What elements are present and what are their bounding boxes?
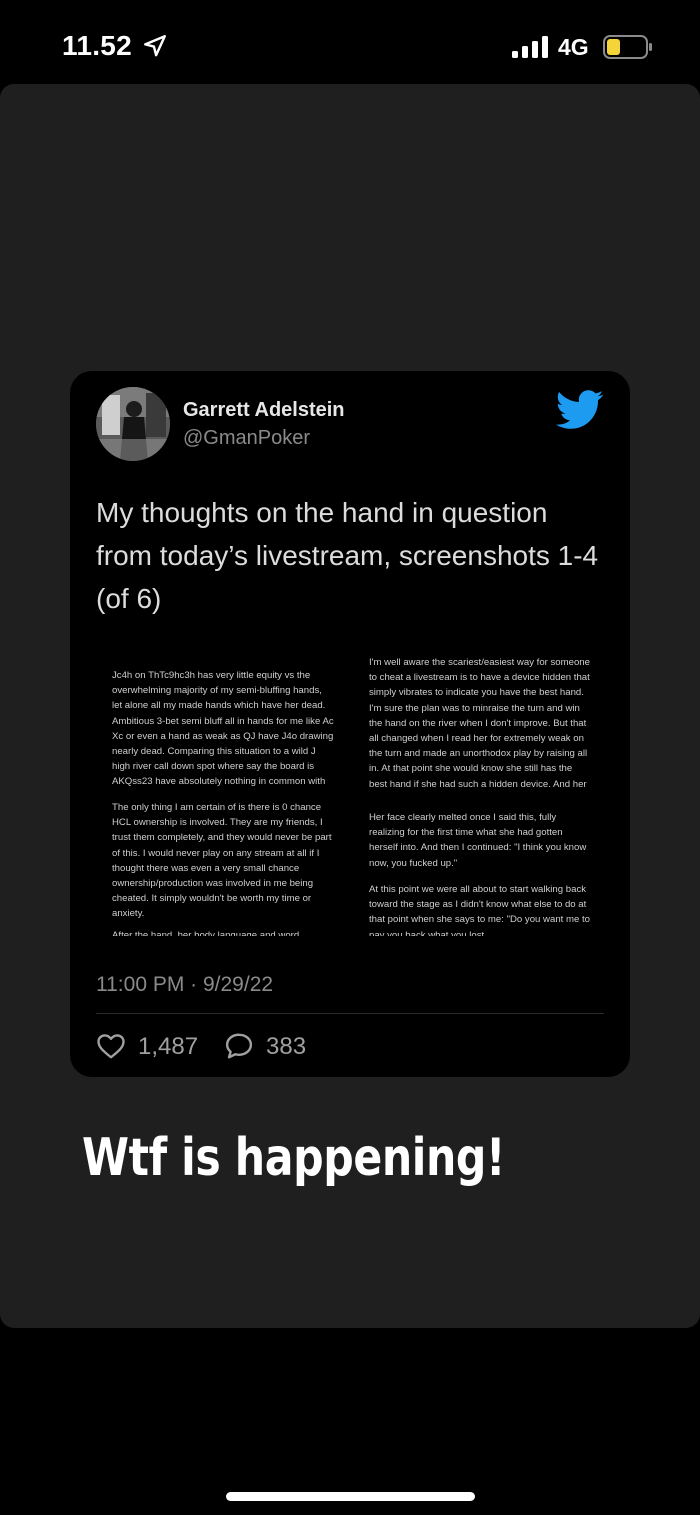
tweet-card[interactable]: Garrett Adelstein @GmanPoker My thoughts… [70, 371, 630, 1077]
signal-bars-icon [512, 36, 548, 58]
location-arrow-icon [144, 35, 166, 57]
screenshot-left-paragraph-1: Jc4h on ThTc9hc3h has very little equity… [112, 670, 334, 788]
heart-icon[interactable] [96, 1031, 126, 1061]
screenshot-image-left[interactable]: Jc4h on ThTc9hc3h has very little equity… [96, 636, 340, 936]
status-bar: 11.52 4G [0, 0, 700, 88]
divider [96, 1013, 604, 1014]
tweet-attached-images[interactable]: Jc4h on ThTc9hc3h has very little equity… [96, 636, 600, 936]
network-type: 4G [558, 34, 589, 60]
screenshot-right-paragraph-3: At this point we were all about to start… [369, 884, 590, 936]
like-count[interactable]: 1,487 [138, 1033, 198, 1061]
reply-count[interactable]: 383 [266, 1033, 306, 1061]
screenshot-right-paragraph-2: Her face clearly melted once I said this… [369, 812, 587, 869]
story-caption-text: Wtf is happening! [82, 1128, 506, 1188]
author-handle[interactable]: @GmanPoker [183, 427, 310, 450]
screenshot-left-paragraph-2: The only thing I am certain of is there … [112, 802, 332, 920]
screenshot-left-paragraph-3: After the hand, her body language and wo… [112, 930, 300, 936]
screenshot-image-right[interactable]: I'm well aware the scariest/easiest way … [354, 636, 598, 936]
status-time: 11.52 [62, 30, 133, 61]
twitter-bird-icon [556, 390, 604, 429]
tweet-timestamp: 11:00 PM · 9/29/22 [96, 973, 274, 996]
screenshot-right-paragraph-1: I'm well aware the scariest/easiest way … [369, 657, 590, 789]
reply-bubble-icon[interactable] [224, 1031, 254, 1061]
avatar [96, 387, 170, 461]
tweet-text: My thoughts on the hand in question from… [96, 497, 599, 614]
battery-icon [603, 35, 652, 59]
home-indicator[interactable] [226, 1492, 475, 1501]
author-name[interactable]: Garrett Adelstein [183, 399, 345, 422]
